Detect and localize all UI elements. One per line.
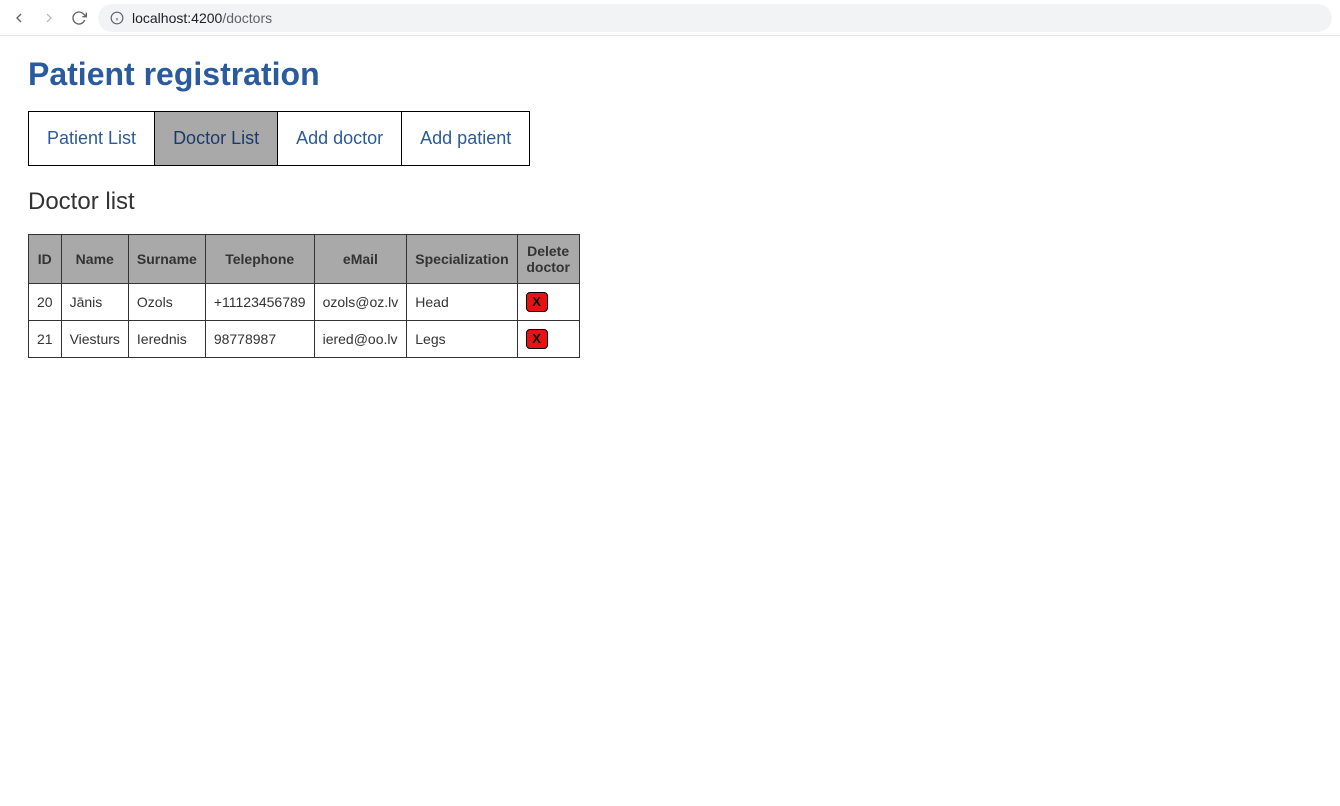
- tab-patient-list[interactable]: Patient List: [29, 112, 155, 165]
- table-header-row: ID Name Surname Telephone eMail Speciali…: [29, 235, 580, 284]
- cell-name: Viesturs: [61, 321, 128, 358]
- delete-button[interactable]: X: [526, 292, 548, 312]
- delete-button[interactable]: X: [526, 329, 548, 349]
- cell-email: ozols@oz.lv: [314, 284, 407, 321]
- cell-telephone: 98778987: [205, 321, 314, 358]
- cell-surname: Ierednis: [128, 321, 205, 358]
- tab-doctor-list[interactable]: Doctor List: [155, 112, 278, 165]
- th-email: eMail: [314, 235, 407, 284]
- forward-button[interactable]: [38, 7, 60, 29]
- url-port: 4200: [191, 10, 222, 26]
- cell-specialization: Legs: [407, 321, 517, 358]
- tab-add-doctor[interactable]: Add doctor: [278, 112, 402, 165]
- doctor-table: ID Name Surname Telephone eMail Speciali…: [28, 234, 580, 358]
- page-title: Patient registration: [28, 56, 1312, 93]
- cell-surname: Ozols: [128, 284, 205, 321]
- page-content: Patient registration Patient List Doctor…: [0, 36, 1340, 378]
- cell-name: Jānis: [61, 284, 128, 321]
- table-row: 21 Viesturs Ierednis 98778987 iered@oo.l…: [29, 321, 580, 358]
- arrow-right-icon: [41, 10, 57, 26]
- cell-id: 20: [29, 284, 62, 321]
- section-title: Doctor list: [28, 188, 1312, 216]
- info-icon: [110, 11, 124, 25]
- url-host: localhost:: [132, 10, 191, 26]
- cell-email: iered@oo.lv: [314, 321, 407, 358]
- cell-telephone: +11123456789: [205, 284, 314, 321]
- th-delete: Delete doctor: [517, 235, 579, 284]
- url-path: /doctors: [222, 10, 272, 26]
- table-row: 20 Jānis Ozols +11123456789 ozols@oz.lv …: [29, 284, 580, 321]
- th-name: Name: [61, 235, 128, 284]
- tabs: Patient List Doctor List Add doctor Add …: [28, 111, 530, 166]
- reload-button[interactable]: [68, 7, 90, 29]
- tab-add-patient[interactable]: Add patient: [402, 112, 529, 165]
- address-bar[interactable]: localhost:4200/doctors: [98, 4, 1332, 32]
- cell-specialization: Head: [407, 284, 517, 321]
- reload-icon: [71, 10, 87, 26]
- th-surname: Surname: [128, 235, 205, 284]
- url-text: localhost:4200/doctors: [132, 10, 272, 26]
- cell-delete: X: [517, 284, 579, 321]
- browser-toolbar: localhost:4200/doctors: [0, 0, 1340, 36]
- cell-id: 21: [29, 321, 62, 358]
- th-specialization: Specialization: [407, 235, 517, 284]
- back-button[interactable]: [8, 7, 30, 29]
- th-id: ID: [29, 235, 62, 284]
- arrow-left-icon: [11, 10, 27, 26]
- cell-delete: X: [517, 321, 579, 358]
- th-telephone: Telephone: [205, 235, 314, 284]
